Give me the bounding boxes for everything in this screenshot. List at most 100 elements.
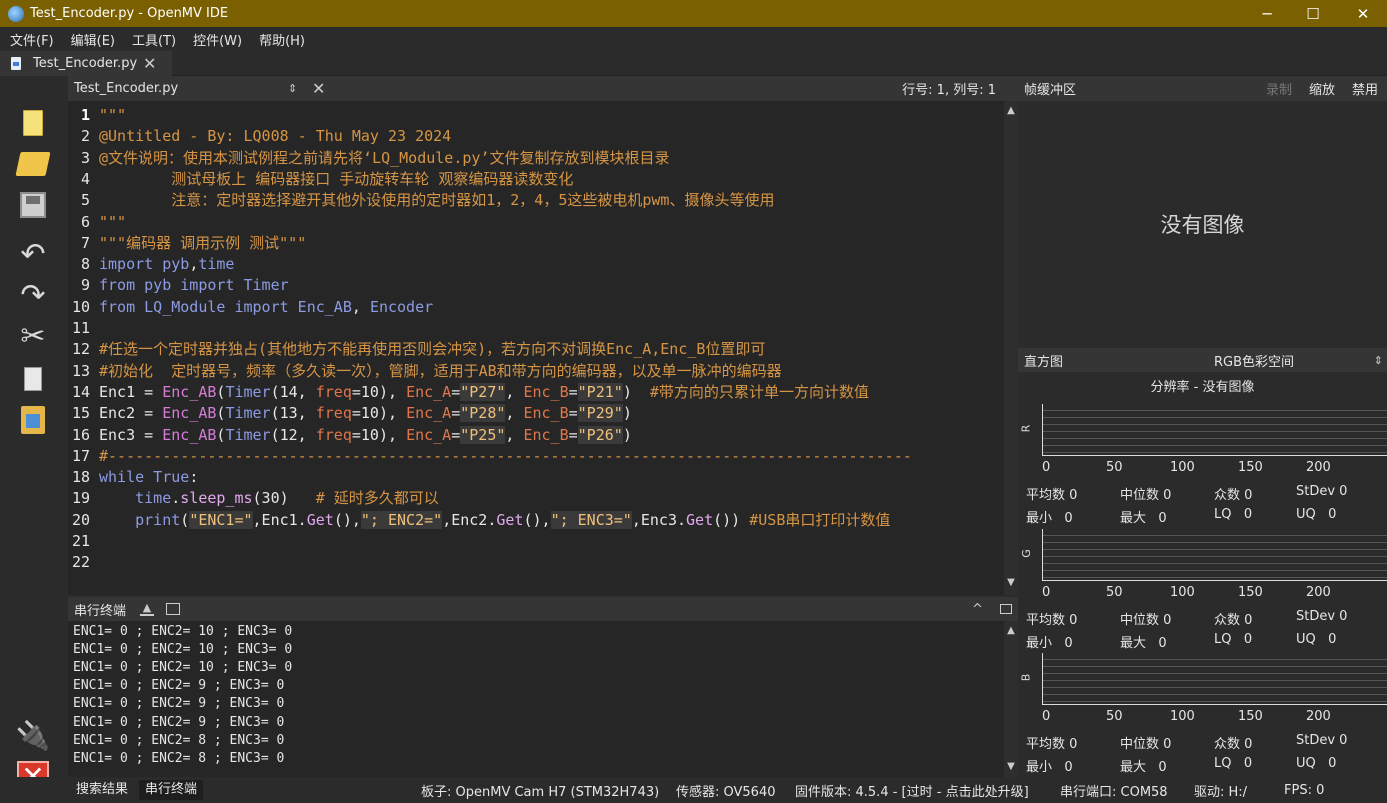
- code-token: "P21": [577, 382, 623, 401]
- code-line[interactable]: 20 print("ENC1=",Enc1.Get(),"; ENC2=",En…: [68, 510, 1004, 531]
- drive-info[interactable]: 驱动: H:/: [1194, 781, 1247, 800]
- editor-scrollbar[interactable]: ▲ ▼: [1004, 101, 1018, 595]
- tab-serial-terminal[interactable]: 串行终端: [139, 780, 204, 800]
- code-token: (14,: [270, 382, 316, 401]
- menu-widgets[interactable]: 控件(W): [183, 30, 249, 49]
- code-line[interactable]: 4 测试母板上 编码器接口 手动旋转车轮 观察编码器读数变化: [68, 169, 1004, 190]
- channel-label: G: [1019, 548, 1033, 558]
- code-text: #初始化 定时器号，频率（多久读一次），管脚，适用于AB和带方向的编码器，以及单…: [90, 361, 782, 382]
- code-line[interactable]: 6 """: [68, 212, 1004, 233]
- serial-terminal[interactable]: ENC1= 0 ; ENC2= 10 ; ENC3= 0 ENC1= 0 ; EN…: [68, 621, 1004, 777]
- code-token: time: [198, 255, 235, 274]
- code-line[interactable]: 17 #-------------------------------------…: [68, 446, 1004, 467]
- terminal-scrollbar[interactable]: ▲ ▼: [1004, 621, 1018, 777]
- scroll-up-icon[interactable]: ▲: [1005, 105, 1017, 119]
- code-token: """: [99, 212, 127, 231]
- code-line[interactable]: 8 import pyb,time: [68, 254, 1004, 275]
- code-line[interactable]: 2 @Untitled - By: LQ008 - Thu May 23 2024: [68, 126, 1004, 147]
- board-info: 板子: OpenMV Cam H7 (STM32H743): [421, 784, 660, 800]
- code-token: (),: [333, 510, 361, 529]
- code-text: 测试母板上 编码器接口 手动旋转车轮 观察编码器读数变化: [90, 169, 573, 190]
- code-line[interactable]: 15 Enc2 = Enc_AB(Timer(13, freq=10), Enc_…: [68, 403, 1004, 424]
- code-line[interactable]: 9 from pyb import Timer: [68, 275, 1004, 296]
- code-line[interactable]: 13 #初始化 定时器号，频率（多久读一次），管脚，适用于AB和带方向的编码器，以…: [68, 361, 1004, 382]
- code-line[interactable]: 22: [68, 552, 1004, 573]
- save-file-button[interactable]: [14, 186, 52, 224]
- code-token: Encoder: [369, 297, 434, 316]
- axis-tick-label: 0: [1042, 709, 1051, 724]
- code-line[interactable]: 21: [68, 531, 1004, 552]
- code-line[interactable]: 16 Enc3 = Enc_AB(Timer(12, freq=10), Enc_…: [68, 425, 1004, 446]
- open-file-button[interactable]: [14, 145, 52, 183]
- code-token: =10),: [351, 425, 407, 444]
- editor-header: Test_Encoder.py ⇕ ✕ 行号: 1, 列号: 1: [68, 76, 1018, 101]
- collapse-icon[interactable]: ^: [972, 602, 983, 617]
- code-line[interactable]: 14 Enc1 = Enc_AB(Timer(14, freq=10), Enc_…: [68, 382, 1004, 403]
- code-line[interactable]: 3 @文件说明：使用本测试例程之前请先将‘LQ_Module.py’文件复制存放到…: [68, 148, 1004, 169]
- code-line[interactable]: 18 while True:: [68, 467, 1004, 488]
- open-folder-icon: [15, 152, 51, 176]
- serial-terminal-header: 串行终端 ▲ ^: [68, 597, 1018, 621]
- code-text: @文件说明：使用本测试例程之前请先将‘LQ_Module.py’文件复制存放到模…: [90, 148, 669, 169]
- code-line[interactable]: 12 #任选一个定时器并独占(其他地方不能再使用否则会冲突)，若方向不对调换Enc…: [68, 339, 1004, 360]
- code-line[interactable]: 5 注意：定时器选择避开其他外设使用的定时器如1，2，4，5这些被电机pwm、摄…: [68, 190, 1004, 211]
- stat-max: 最大 0: [1120, 511, 1167, 526]
- code-token: ,: [505, 404, 524, 423]
- updown-icon[interactable]: ⇕: [288, 82, 312, 95]
- stat-max: 最大 0: [1120, 760, 1167, 775]
- disable-button[interactable]: 禁用: [1352, 79, 1378, 98]
- stat-mode: 众数 0: [1214, 612, 1253, 628]
- copy-icon: [20, 367, 42, 398]
- menu-tools[interactable]: 工具(T): [122, 30, 183, 49]
- save-log-icon[interactable]: [166, 603, 180, 615]
- editor-file-select[interactable]: Test_Encoder.py: [74, 81, 288, 96]
- paste-button[interactable]: [14, 401, 52, 439]
- serial-port-info[interactable]: 串行端口: COM58: [1060, 781, 1168, 800]
- code-text: @Untitled - By: LQ008 - Thu May 23 2024: [90, 126, 451, 147]
- code-editor[interactable]: 1 """ 2 @Untitled - By: LQ008 - Thu May 23 …: [68, 101, 1004, 595]
- upload-icon[interactable]: ▲: [140, 602, 154, 616]
- record-button[interactable]: 录制: [1266, 79, 1292, 98]
- code-text: """编码器 调用示例 测试""": [90, 233, 306, 254]
- minimize-button[interactable]: ─: [1244, 0, 1290, 27]
- code-line[interactable]: 7 """编码器 调用示例 测试""": [68, 233, 1004, 254]
- new-file-button[interactable]: [14, 104, 52, 142]
- menu-file[interactable]: 文件(F): [0, 30, 61, 49]
- close-editor-icon[interactable]: ✕: [312, 79, 325, 98]
- code-line[interactable]: 10 from LQ_Module import Enc_AB, Encoder: [68, 297, 1004, 318]
- undo-button[interactable]: ↶: [14, 236, 52, 274]
- menu-help[interactable]: 帮助(H): [249, 30, 312, 49]
- close-tab-icon[interactable]: ✕: [143, 54, 156, 73]
- zoom-button[interactable]: 缩放: [1309, 79, 1335, 98]
- colorspace-select[interactable]: RGB色彩空间: [1214, 351, 1294, 370]
- code-token: Enc_AB: [162, 404, 217, 423]
- scroll-down-icon[interactable]: ▼: [1005, 577, 1017, 591]
- code-line[interactable]: 19 time.sleep_ms(30) # 延时多久都可以: [68, 488, 1004, 509]
- menu-edit[interactable]: 编辑(E): [61, 30, 122, 49]
- terminal-line: ENC1= 0 ; ENC2= 8 ; ENC3= 0: [73, 732, 285, 748]
- stat-min: 最小 0: [1026, 635, 1073, 651]
- channel-label: B: [1019, 673, 1033, 682]
- maximize-button[interactable]: ☐: [1290, 0, 1336, 27]
- tab-search-results[interactable]: 搜索结果: [70, 780, 134, 800]
- scroll-down-icon[interactable]: ▼: [1005, 761, 1017, 775]
- code-token: "ENC1=": [189, 510, 253, 529]
- copy-button[interactable]: [14, 360, 52, 398]
- firmware-info[interactable]: 固件版本: 4.5.4 - [过时 - 点击此处升级]: [795, 781, 1029, 800]
- window-title: Test_Encoder.py - OpenMV IDE: [30, 6, 229, 21]
- connect-button[interactable]: 🔌: [14, 716, 52, 754]
- code-token: Enc1 =: [99, 382, 163, 401]
- code-token: =: [451, 404, 461, 423]
- axis-tick-label: 0: [1042, 584, 1051, 600]
- cut-button[interactable]: ✂: [14, 318, 52, 356]
- code-line[interactable]: 11: [68, 318, 1004, 339]
- scroll-up-icon[interactable]: ▲: [1005, 625, 1017, 639]
- file-tab[interactable]: Test_Encoder.py ✕: [0, 51, 172, 76]
- code-line[interactable]: 1 """: [68, 105, 1004, 126]
- float-panel-icon[interactable]: [1000, 604, 1012, 614]
- axis-tick-label: 200: [1306, 460, 1331, 475]
- close-window-button[interactable]: ✕: [1340, 0, 1386, 27]
- redo-button[interactable]: ↷: [14, 277, 52, 315]
- updown-icon[interactable]: ⇕: [1374, 354, 1383, 367]
- code-token: (),: [523, 510, 551, 529]
